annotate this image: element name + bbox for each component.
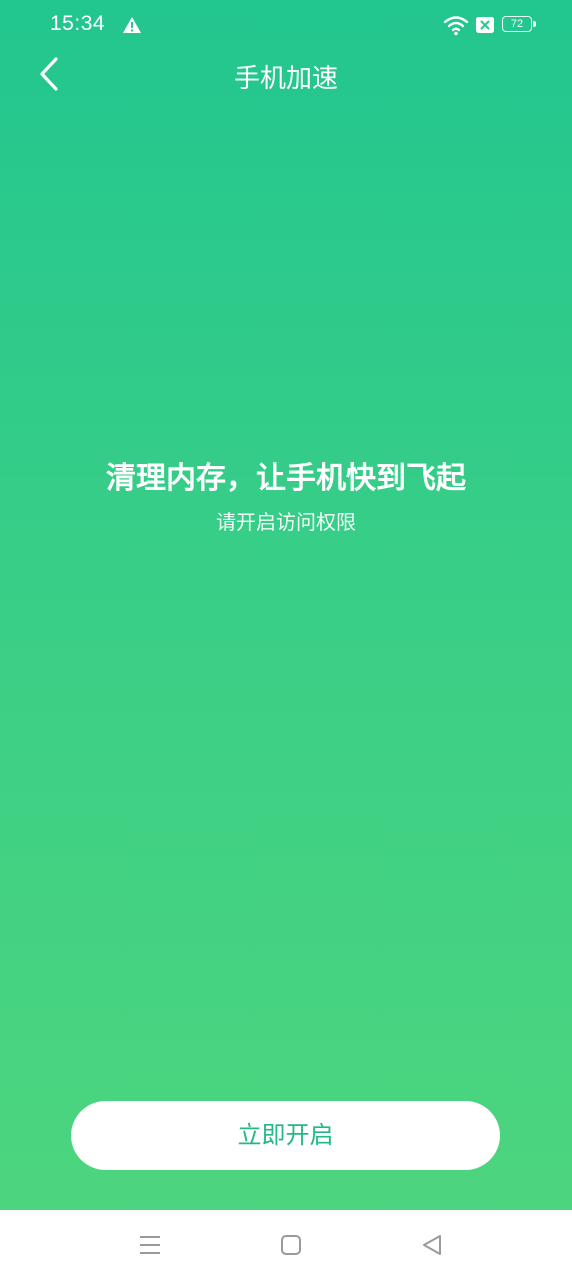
back-triangle-icon[interactable] [420, 1233, 444, 1257]
subheadline: 请开启访问权限 [216, 510, 356, 534]
page-title: 手机加速 [233, 64, 338, 94]
warning-icon [122, 16, 142, 34]
open-now-button[interactable]: 立即开启 [71, 1101, 500, 1170]
header: 手机加速 [0, 52, 572, 100]
battery-icon: 72 [502, 16, 538, 34]
headline: 清理内存，让手机快到飞起 [106, 461, 466, 496]
menu-icon[interactable] [138, 1234, 162, 1256]
sim-off-icon [475, 16, 495, 34]
home-icon[interactable] [280, 1234, 302, 1256]
battery-level: 72 [510, 18, 524, 30]
status-bar: 15:34 72 [0, 0, 572, 52]
wifi-icon [443, 14, 469, 36]
status-time: 15:34 [50, 12, 106, 35]
navigation-bar [0, 1210, 572, 1280]
app-screen: 15:34 72 手机加速 清理内存，让手机快到飞起 请开启访问权限 立即开启 [0, 0, 572, 1280]
